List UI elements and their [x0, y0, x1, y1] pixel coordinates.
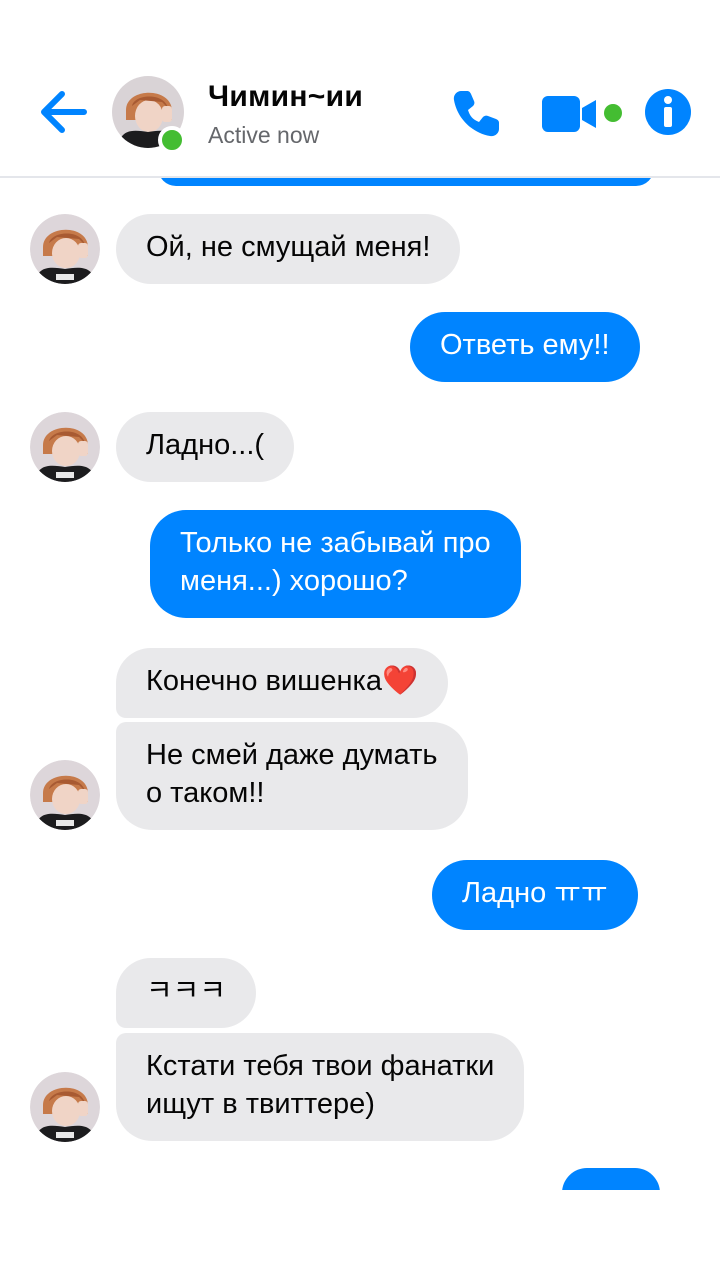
message-incoming[interactable]: Ладно...( — [116, 412, 295, 482]
message-incoming[interactable]: ㅋㅋㅋ — [116, 958, 257, 1028]
phone-icon[interactable] — [448, 86, 504, 142]
contact-status: Active now — [208, 122, 320, 148]
info-icon[interactable] — [644, 88, 692, 136]
contact-avatar[interactable] — [30, 760, 100, 830]
message-incoming[interactable]: Не смей даже думать о таком!! — [116, 722, 468, 830]
message-outgoing[interactable]: Ладно ㅠㅠ — [432, 860, 638, 930]
contact-avatar[interactable] — [30, 1072, 100, 1142]
contact-avatar[interactable] — [30, 412, 100, 482]
message-incoming[interactable]: Ой, не смущай меня! — [116, 214, 461, 284]
contact-avatar[interactable] — [30, 214, 100, 284]
composer-bar — [0, 1190, 720, 1280]
online-status-indicator — [158, 126, 186, 154]
video-active-indicator — [604, 104, 622, 122]
message-incoming[interactable]: Кстати тебя твои фанатки ищут в твиттере… — [116, 1033, 525, 1141]
message-outgoing[interactable]: Ответь ему!! — [410, 312, 640, 382]
back-arrow-icon[interactable] — [36, 88, 88, 136]
conversation-header: Чимин~ии Active now — [0, 0, 720, 178]
message-incoming[interactable]: Конечно вишенка❤️ — [116, 648, 449, 718]
message-outgoing[interactable]: Только не забывай про меня...) хорошо? — [150, 510, 521, 618]
video-camera-icon[interactable] — [540, 92, 600, 136]
contact-name[interactable]: Чимин~ии — [208, 80, 363, 114]
